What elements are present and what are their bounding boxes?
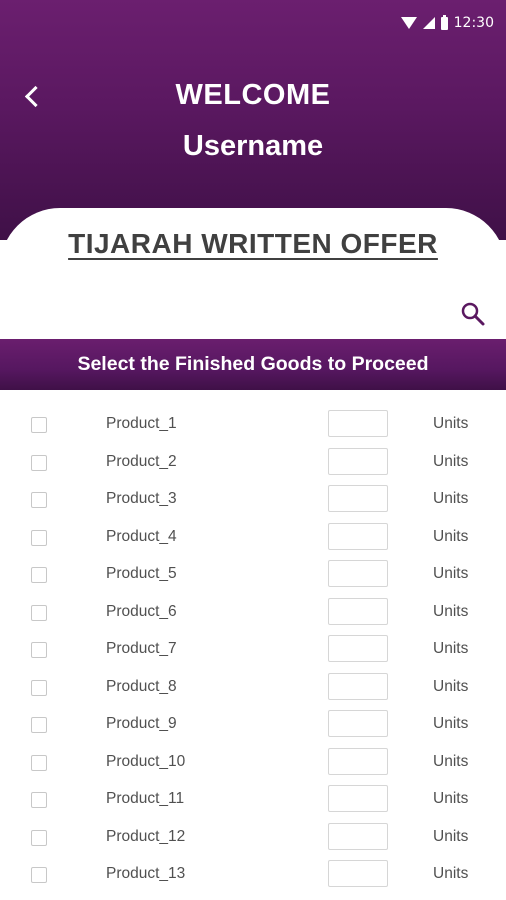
quantity-input[interactable] (328, 410, 388, 437)
quantity-input[interactable] (328, 597, 388, 625)
product-checkbox[interactable] (31, 717, 47, 733)
units-label: Units (433, 602, 469, 620)
status-time: 12:30 (453, 15, 494, 31)
product-name: Product_9 (106, 715, 177, 732)
product-checkbox[interactable] (31, 492, 47, 508)
product-name: Product_1 (106, 415, 177, 432)
product-checkbox[interactable] (31, 792, 47, 808)
product-row: Product_2 Units (0, 444, 506, 482)
product-checkbox[interactable] (31, 529, 47, 546)
units-label: Units (433, 865, 469, 882)
instruction-text: Select the Finished Goods to Proceed (77, 353, 429, 375)
quantity-input[interactable] (328, 785, 388, 812)
quantity-input[interactable] (328, 447, 388, 475)
product-name: Product_5 (106, 565, 177, 582)
units-label: Units (433, 715, 469, 732)
page-title: TIJARAH WRITTEN OFFER (68, 228, 438, 259)
product-name: Product_7 (106, 640, 177, 657)
product-name: Product_13 (106, 865, 186, 882)
search-button[interactable] (458, 299, 488, 329)
username-label: Username (182, 130, 324, 162)
header: 12:30 WELCOME Username (0, 0, 506, 240)
product-checkbox[interactable] (31, 754, 47, 771)
product-checkbox[interactable] (31, 829, 47, 846)
product-row: Product_11 Units (0, 781, 506, 819)
units-label: Units (433, 452, 469, 470)
instruction-banner: Select the Finished Goods to Proceed (0, 339, 506, 390)
battery-icon (440, 14, 448, 30)
product-row: Product_12 Units (0, 819, 506, 857)
product-checkbox[interactable] (31, 567, 47, 583)
units-label: Units (433, 490, 469, 507)
welcome-title: WELCOME (175, 79, 331, 111)
product-checkbox[interactable] (31, 604, 47, 621)
units-label: Units (433, 677, 469, 695)
units-label: Units (433, 752, 469, 770)
product-row: Product_13 Units (0, 856, 506, 894)
status-bar: 12:30 (400, 12, 494, 34)
quantity-input[interactable] (328, 522, 388, 550)
product-checkbox[interactable] (31, 454, 47, 471)
product-row: Product_7 Units (0, 631, 506, 669)
product-name: Product_4 (106, 527, 177, 545)
product-checkbox[interactable] (31, 867, 47, 883)
cellular-signal-icon (422, 17, 435, 29)
product-row: Product_5 Units (0, 556, 506, 594)
quantity-input[interactable] (328, 672, 388, 700)
product-name: Product_12 (106, 827, 186, 845)
product-checkbox[interactable] (31, 417, 47, 433)
product-name: Product_2 (106, 452, 177, 470)
units-label: Units (433, 527, 469, 545)
units-label: Units (433, 640, 469, 657)
quantity-input[interactable] (328, 485, 388, 512)
units-label: Units (433, 827, 469, 845)
product-row: Product_6 Units (0, 594, 506, 632)
product-name: Product_8 (106, 677, 177, 695)
product-row: Product_1 Units (0, 406, 506, 444)
wifi-icon (400, 17, 417, 29)
quantity-input[interactable] (328, 560, 388, 587)
product-list: Product_1 Units Product_2 Units Product_3 Uni… (0, 406, 506, 894)
quantity-input[interactable] (328, 822, 388, 850)
quantity-input[interactable] (328, 710, 388, 737)
quantity-input[interactable] (328, 635, 388, 662)
quantity-input[interactable] (328, 747, 388, 775)
product-name: Product_3 (106, 490, 177, 507)
product-row: Product_9 Units (0, 706, 506, 744)
search-icon (461, 302, 485, 326)
product-checkbox[interactable] (31, 679, 47, 696)
product-row: Product_4 Units (0, 519, 506, 557)
product-name: Product_6 (106, 602, 177, 620)
units-label: Units (433, 415, 469, 432)
product-name: Product_11 (106, 790, 185, 807)
units-label: Units (433, 790, 469, 807)
product-row: Product_10 Units (0, 744, 506, 782)
product-row: Product_3 Units (0, 481, 506, 519)
product-name: Product_10 (106, 752, 186, 770)
units-label: Units (433, 565, 469, 582)
product-row: Product_8 Units (0, 669, 506, 707)
product-checkbox[interactable] (31, 642, 47, 658)
quantity-input[interactable] (328, 860, 388, 887)
